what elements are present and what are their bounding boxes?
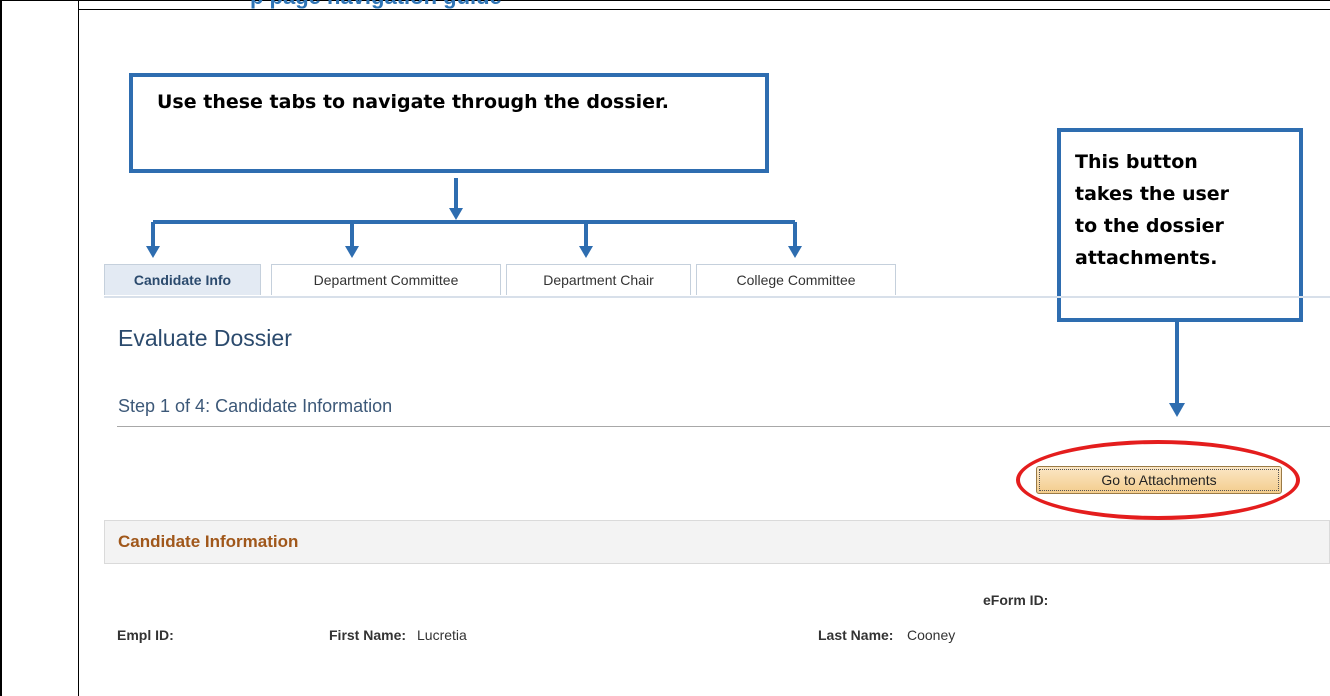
document-row-divider bbox=[78, 9, 1330, 10]
section-title: Candidate Information bbox=[118, 532, 299, 551]
tabs-callout-box: Use these tabs to navigate through the d… bbox=[129, 73, 769, 173]
step-indicator: Step 1 of 4: Candidate Information bbox=[118, 396, 393, 416]
tab-department-committee[interactable]: Department Committee bbox=[271, 264, 501, 295]
last-name-value: Cooney bbox=[907, 627, 956, 643]
document-header-fragment: p page navigation guide bbox=[250, 0, 502, 8]
first-name-label: First Name: bbox=[329, 627, 407, 643]
tab-department-chair[interactable]: Department Chair bbox=[506, 264, 691, 295]
step-divider bbox=[117, 426, 1330, 427]
eform-id-label: eForm ID: bbox=[983, 592, 1049, 608]
tabs-arrow-head bbox=[449, 208, 463, 220]
tab-college-committee[interactable]: College Committee bbox=[696, 264, 896, 295]
button-callout-line: to the dossier bbox=[1075, 215, 1224, 237]
button-arrow-head bbox=[1169, 403, 1185, 417]
page-title: Evaluate Dossier bbox=[118, 325, 292, 351]
empl-id-label: Empl ID: bbox=[117, 627, 174, 643]
button-callout-line: takes the user bbox=[1075, 183, 1230, 205]
last-name-label: Last Name: bbox=[818, 627, 894, 643]
document-border-left bbox=[0, 0, 2, 696]
button-callout-line: This button bbox=[1075, 151, 1198, 173]
tab-candidate-info[interactable]: Candidate Info bbox=[104, 264, 261, 295]
tabs-callout-text: Use these tabs to navigate through the d… bbox=[157, 91, 669, 113]
button-callout-box: This button takes the user to the dossie… bbox=[1057, 128, 1303, 322]
tab-underline bbox=[104, 296, 1330, 298]
document-column-divider bbox=[78, 0, 79, 696]
first-name-value: Lucretia bbox=[417, 627, 467, 643]
document-border-top bbox=[0, 0, 1330, 1]
button-callout-line: attachments. bbox=[1075, 247, 1218, 269]
highlight-ellipse bbox=[1016, 440, 1300, 520]
candidate-information-section-header: Candidate Information bbox=[104, 520, 1330, 564]
